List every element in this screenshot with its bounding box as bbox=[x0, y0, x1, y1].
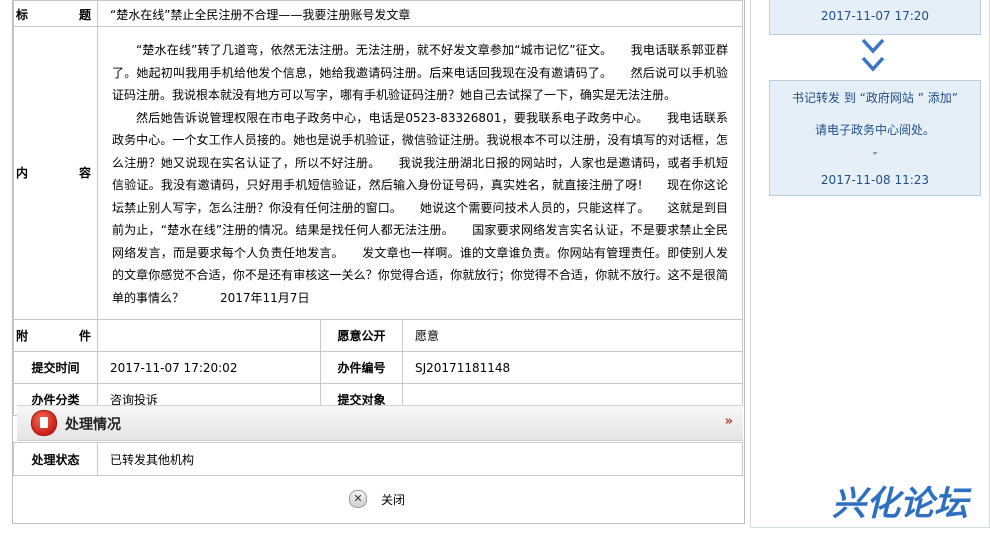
public-label: 愿意公开 bbox=[320, 319, 403, 352]
logo-text: 兴化论坛 bbox=[832, 484, 972, 523]
public-value: 愿意 bbox=[402, 319, 743, 352]
title-value: “楚水在线”禁止全民注册不合理——我要注册账号发文章 bbox=[97, 0, 743, 27]
chevron-down-icon bbox=[861, 38, 885, 72]
close-label[interactable]: 关闭 bbox=[381, 491, 405, 508]
flow-step-text: ” bbox=[872, 151, 878, 162]
submit-time-label: 提交时间 bbox=[13, 351, 98, 384]
title-label: 标 题 bbox=[13, 0, 98, 27]
flow-step-text: 书记转发 到 “政府网站 ” 添加” bbox=[792, 91, 958, 105]
attachment-label: 附 件 bbox=[13, 319, 98, 352]
processing-section-header[interactable]: 处理情况 » bbox=[17, 405, 743, 441]
content-row: 内 容 “楚水在线”转了几道弯，依然无法注册。无法注册，就不好发文章参加“城市记… bbox=[13, 26, 743, 320]
flow-step-text: 请电子政务中心阅处。 bbox=[814, 123, 935, 137]
complaint-info-table: 标 题 “楚水在线”禁止全民注册不合理——我要注册账号发文章 内 容 “楚水在线… bbox=[13, 0, 743, 416]
flow-step-time: 2017-11-08 11:23 bbox=[820, 173, 930, 187]
xinghua-forum-logo: 兴化论坛 bbox=[831, 483, 972, 523]
attachment-row: 附 件 愿意公开 愿意 bbox=[13, 319, 743, 352]
content-paragraph: “楚水在线”转了几道弯，依然无法注册。无法注册，就不好发文章参加“城市记忆”征文… bbox=[112, 43, 728, 102]
close-button[interactable]: ✕ 关闭 bbox=[349, 488, 405, 510]
flow-step-forwarded: 书记转发 到 “政府网站 ” 添加” 请电子政务中心阅处。 ” 2017-11-… bbox=[769, 80, 981, 196]
processing-status-table: 处理状态 已转发其他机构 bbox=[13, 442, 743, 476]
processing-flow-panel: 2017-11-07 17:20 书记转发 到 “政府网站 ” 添加” 请电子政… bbox=[750, 0, 990, 528]
content-body: “楚水在线”转了几道弯，依然无法注册。无法注册，就不好发文章参加“城市记忆”征文… bbox=[97, 26, 743, 320]
submit-time-value: 2017-11-07 17:20:02 bbox=[97, 351, 321, 384]
title-row: 标 题 “楚水在线”禁止全民注册不合理——我要注册账号发文章 bbox=[13, 0, 743, 27]
close-icon[interactable]: ✕ bbox=[349, 490, 367, 508]
flow-step-time: 2017-11-07 17:20 bbox=[820, 9, 930, 23]
content-paragraph: 然后她告诉说管理权限在市电子政务中心，电话是0523-83326801，要我联系… bbox=[112, 110, 728, 305]
status-row: 处理状态 已转发其他机构 bbox=[13, 442, 743, 476]
processing-title: 处理情况 bbox=[65, 417, 121, 433]
content-label: 内 容 bbox=[13, 26, 98, 320]
double-chevron-right-icon[interactable]: » bbox=[725, 414, 733, 429]
status-label: 处理状态 bbox=[13, 442, 98, 476]
document-icon bbox=[31, 410, 57, 436]
complaint-detail-panel: 标 题 “楚水在线”禁止全民注册不合理——我要注册账号发文章 内 容 “楚水在线… bbox=[12, 0, 745, 524]
attachment-value bbox=[97, 319, 321, 352]
case-no-label: 办件编号 bbox=[320, 351, 403, 384]
flow-step-submitted: 2017-11-07 17:20 bbox=[769, 0, 981, 35]
case-no-value: SJ20171181148 bbox=[402, 351, 743, 384]
submit-row: 提交时间 2017-11-07 17:20:02 办件编号 SJ20171181… bbox=[13, 351, 743, 384]
status-value: 已转发其他机构 bbox=[97, 442, 743, 476]
